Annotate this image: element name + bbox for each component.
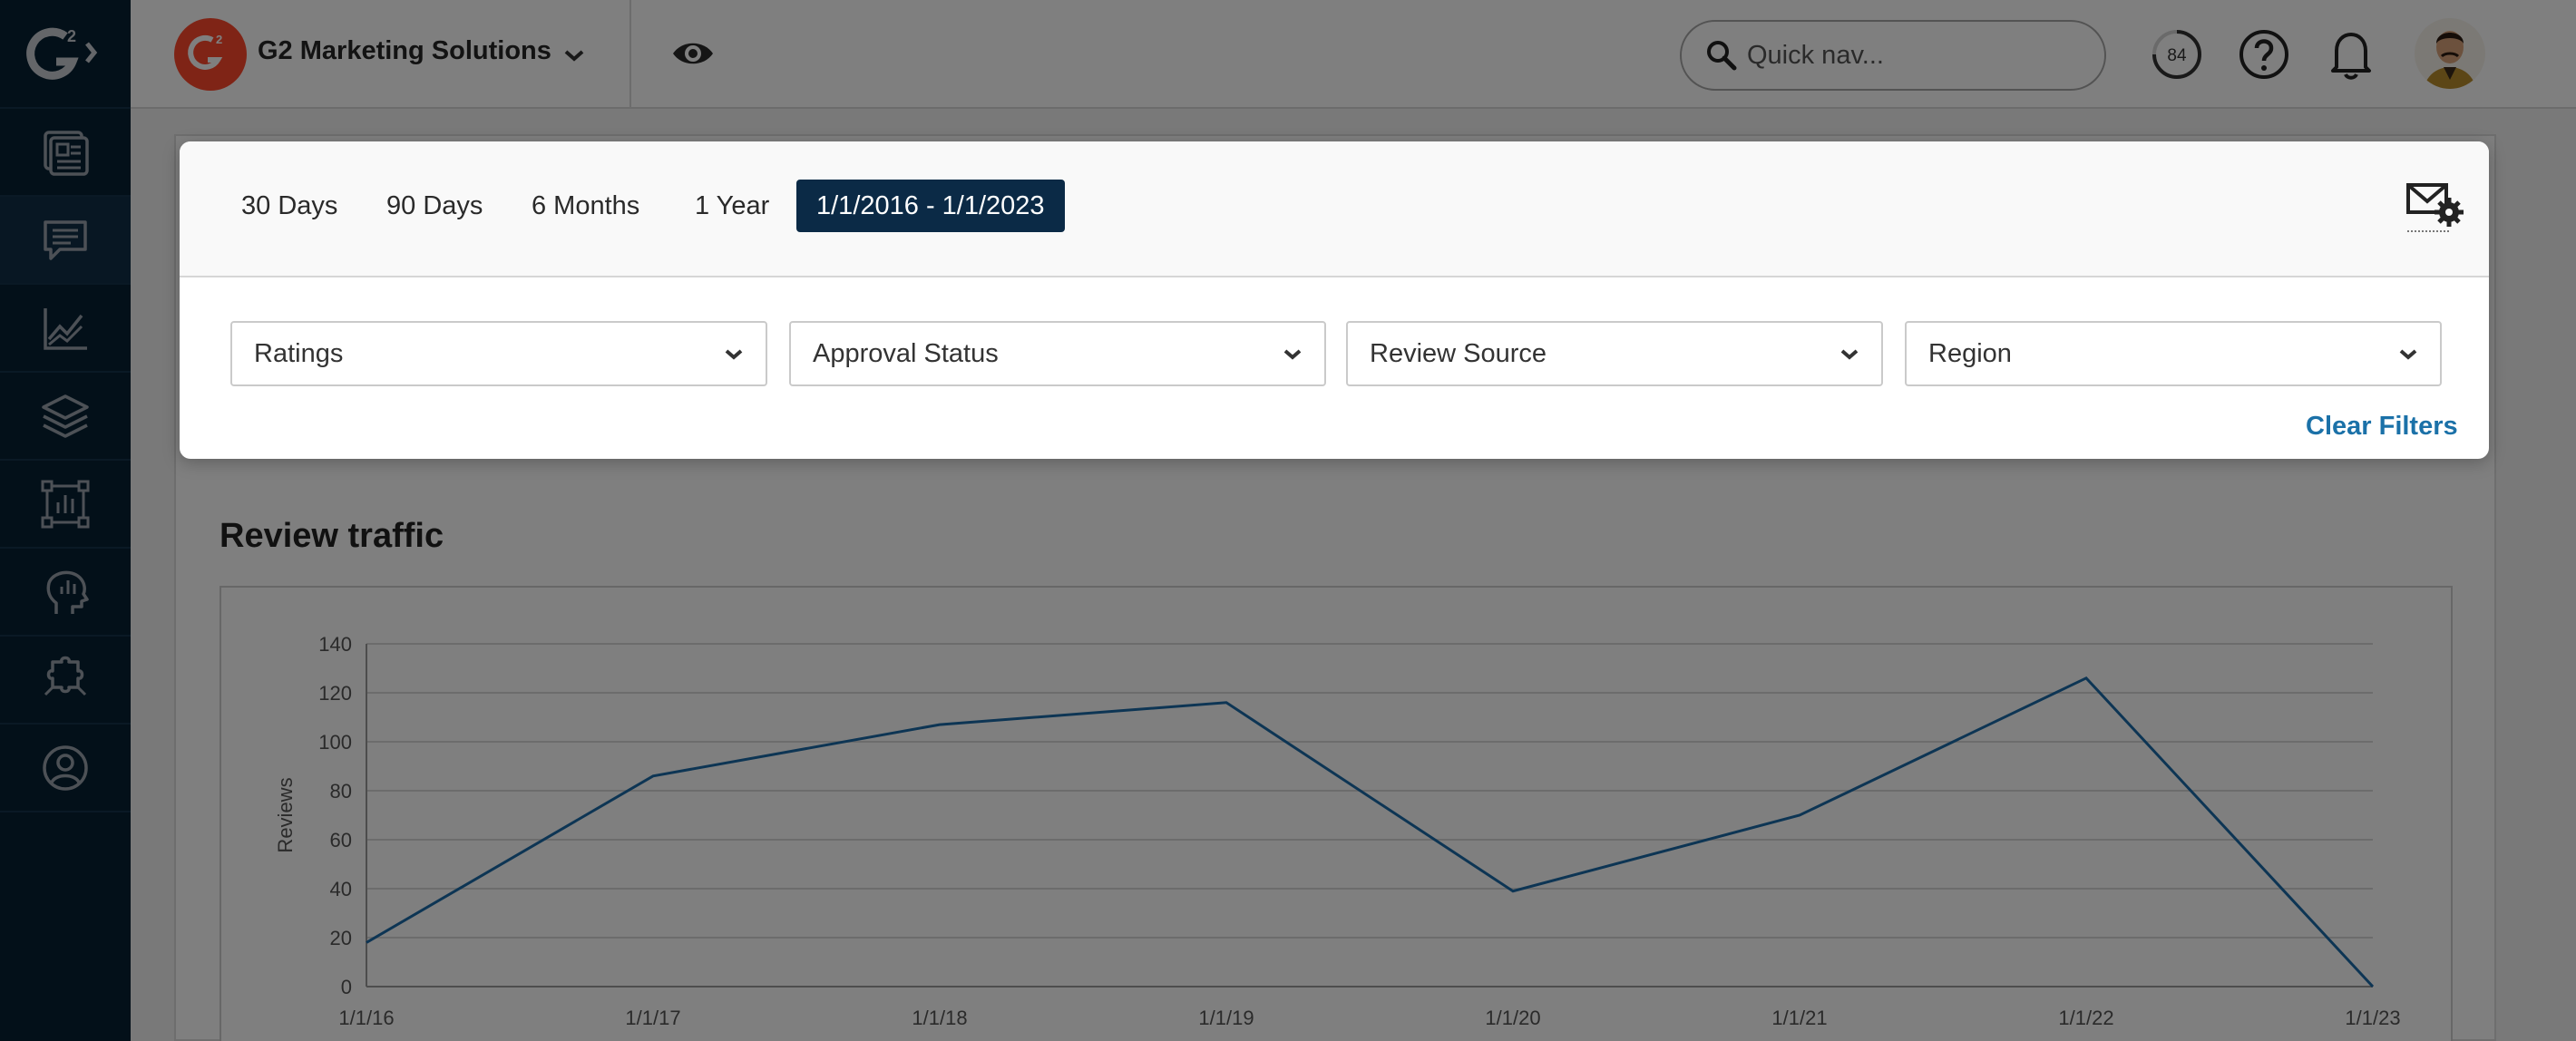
approval-status-select-value: Approval Status bbox=[813, 338, 999, 368]
chevron-down-icon bbox=[1840, 349, 1859, 360]
range-custom-date[interactable]: 1/1/2016 - 1/1/2023 bbox=[796, 180, 1065, 232]
ratings-select-value: Ratings bbox=[254, 338, 344, 368]
chevron-down-icon bbox=[2399, 349, 2417, 360]
email-settings-icon bbox=[2406, 183, 2464, 227]
chevron-down-icon bbox=[725, 349, 743, 360]
range-90-days[interactable]: 90 Days bbox=[366, 180, 503, 232]
email-settings-underline bbox=[2407, 230, 2449, 232]
region-select-value: Region bbox=[1928, 338, 2012, 368]
region-select[interactable]: Region bbox=[1905, 321, 2442, 386]
clear-filters-link[interactable]: Clear Filters bbox=[2306, 412, 2458, 442]
chevron-down-icon bbox=[1283, 349, 1302, 360]
review-source-select-value: Review Source bbox=[1370, 338, 1547, 368]
range-1-year[interactable]: 1 Year bbox=[675, 180, 789, 232]
approval-status-select[interactable]: Approval Status bbox=[789, 321, 1326, 386]
filter-panel: 30 Days 90 Days 6 Months 1 Year 1/1/2016… bbox=[180, 141, 2489, 459]
email-settings-button[interactable] bbox=[2405, 180, 2465, 234]
range-30-days[interactable]: 30 Days bbox=[221, 180, 357, 232]
date-range-bar: 30 Days 90 Days 6 Months 1 Year 1/1/2016… bbox=[180, 141, 2489, 277]
review-source-select[interactable]: Review Source bbox=[1346, 321, 1883, 386]
range-6-months[interactable]: 6 Months bbox=[512, 180, 659, 232]
ratings-select[interactable]: Ratings bbox=[230, 321, 767, 386]
